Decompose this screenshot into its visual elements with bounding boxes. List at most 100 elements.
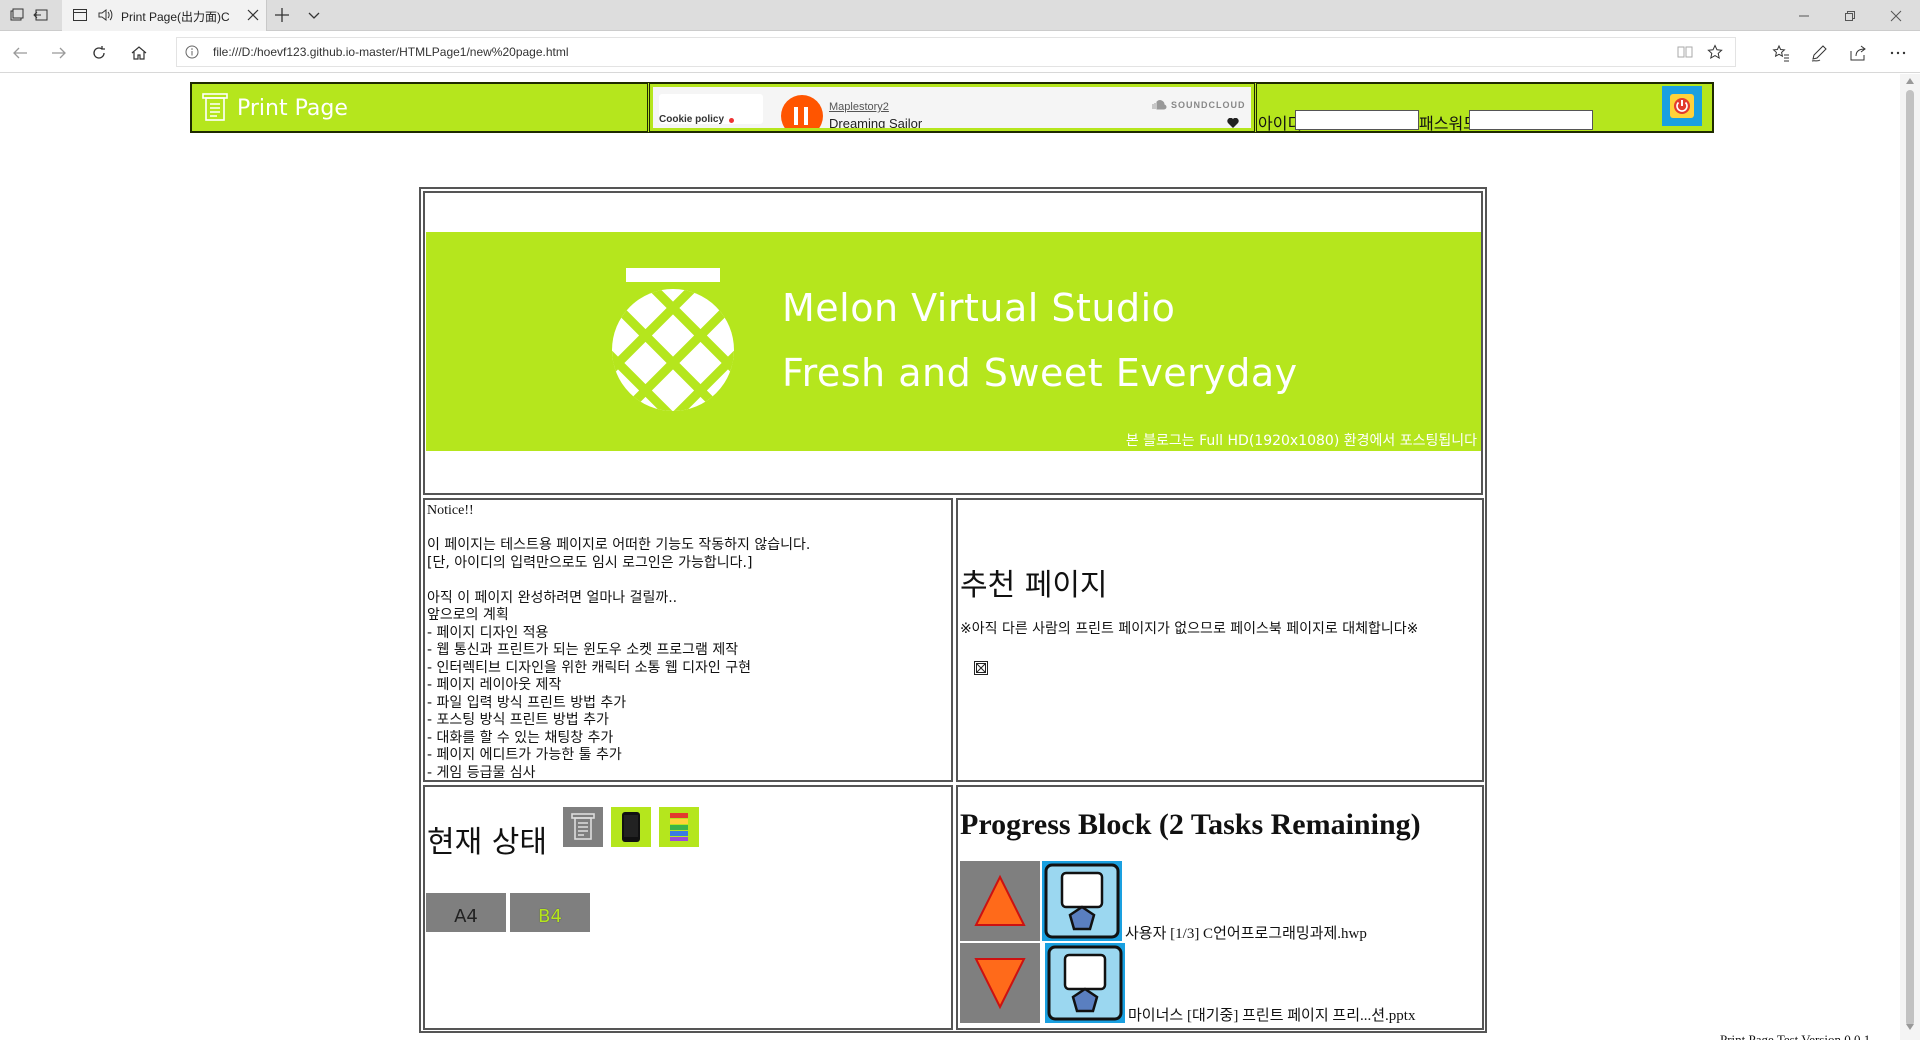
notice-heading: Notice!! [427, 503, 474, 518]
login-box: 아이디 패스워드 [1256, 83, 1713, 133]
cookie-dot [729, 118, 734, 123]
printer-icon [571, 813, 595, 840]
notice-text: Notice!! 이 페이지는 테스트용 페이지로 어떠한 기능도 작동하지 않… [427, 502, 811, 781]
site-header: Print Page Cookie policy Maplestory2 Dre… [190, 82, 1714, 133]
move-down-button[interactable] [960, 943, 1040, 1023]
page-icon [72, 7, 88, 23]
speaker-icon[interactable] [97, 7, 113, 23]
recommend-description: ※아직 다른 사람의 프린트 페이지가 없으므로 페이스북 페이지로 대체합니다… [960, 621, 1419, 637]
info-icon[interactable] [185, 45, 199, 59]
tab-bar: Print Page(出力面)C [0, 0, 1920, 31]
music-player-box: Cookie policy Maplestory2 Dreaming Sailo… [649, 83, 1255, 132]
track-title[interactable]: Dreaming Sailor [829, 116, 922, 128]
banner-slogan: Fresh and Sweet Everyday [782, 351, 1298, 395]
scroll-thumb[interactable] [1906, 90, 1914, 1026]
broken-image-icon[interactable] [973, 660, 989, 676]
notice-line: 아직 이 페이지 완성하려면 얼마나 걸릴까.. [427, 589, 678, 606]
task-document-button[interactable] [1045, 943, 1125, 1023]
brand-box: Print Page [191, 83, 648, 132]
star-icon[interactable] [1707, 44, 1723, 60]
banner-cell: Melon Virtual Studio Fresh and Sweet Eve… [423, 191, 1483, 495]
home-button[interactable] [128, 42, 150, 64]
paper-a4-button[interactable]: A4 [426, 893, 506, 932]
refresh-icon [93, 46, 105, 59]
password-input[interactable] [1469, 110, 1593, 130]
status-cell: 현재 상태 A4 B4 [423, 785, 953, 1030]
scroll-down-icon[interactable] [1906, 1024, 1914, 1030]
task-label: 마이너스 [대기중] 프린트 페이지 프리...션.pptx [1128, 1008, 1416, 1024]
scroll-up-icon[interactable] [1906, 78, 1914, 84]
notice-line: - 파일 입력 방식 프린트 방법 추가 [427, 694, 627, 711]
artist-link[interactable]: Maplestory2 [829, 101, 889, 113]
chevron-down-icon[interactable] [305, 6, 323, 24]
heart-icon[interactable] [1227, 118, 1239, 128]
main-table: Melon Virtual Studio Fresh and Sweet Eve… [419, 187, 1487, 1033]
triangle-up-icon [974, 874, 1026, 926]
share-button[interactable] [1847, 42, 1869, 64]
color-status-icon[interactable] [659, 807, 699, 847]
back-tabs-icon[interactable] [32, 6, 50, 24]
banner-note: 본 블로그는 Full HD(1920x1080) 환경에서 포스팅됩니다 [1125, 433, 1477, 449]
document-icon [1044, 863, 1120, 939]
tab-manager-icon[interactable] [8, 6, 26, 24]
notice-line: - 인터렉티브 디자인을 위한 캐릭터 소통 웹 디자인 구현 [427, 659, 752, 676]
window-close-button[interactable] [1873, 0, 1919, 31]
task-row[interactable]: 사용자 [1/3] C언어프로그래밍과제.hwp [960, 861, 1480, 942]
browser-tab[interactable]: Print Page(出力面)C [62, 0, 267, 31]
pause-button[interactable] [781, 95, 823, 128]
phone-icon [622, 812, 640, 842]
banner-title: Melon Virtual Studio [782, 286, 1176, 330]
printer-status-icon[interactable] [563, 807, 603, 847]
minimize-button[interactable] [1781, 0, 1827, 31]
forward-button[interactable] [48, 42, 70, 64]
version-text: Print Page Test Version 0.0.1 [1720, 1032, 1871, 1040]
notice-cell: Notice!! 이 페이지는 테스트용 페이지로 어떠한 기능도 작동하지 않… [423, 498, 953, 782]
more-button[interactable] [1887, 42, 1909, 64]
notice-line: [단, 아이디의 입력만으로도 임시 로그인은 가능합니다.] [427, 554, 753, 571]
close-icon [1890, 10, 1902, 21]
back-icon [13, 47, 27, 59]
page-viewport: Print Page Cookie policy Maplestory2 Dre… [0, 74, 1900, 1040]
document-icon [1047, 945, 1123, 1021]
cookie-policy-label: Cookie policy [659, 114, 725, 125]
vertical-scrollbar[interactable] [1900, 74, 1920, 1040]
notice-line: - 포스팅 방식 프린트 방법 추가 [427, 712, 609, 728]
plus-icon[interactable] [273, 6, 291, 24]
melon-logo-icon [608, 268, 738, 412]
login-button[interactable] [1662, 86, 1702, 126]
soundcloud-logo[interactable]: SOUNDCLOUD [1147, 100, 1246, 110]
refresh-button[interactable] [88, 42, 110, 64]
task-row[interactable]: 마이너스 [대기중] 프린트 페이지 프리...션.pptx [960, 943, 1480, 1024]
back-button[interactable] [9, 42, 31, 64]
url-field[interactable]: file:///D:/hoevf123.github.io-master/HTM… [176, 37, 1736, 67]
reading-view-icon[interactable] [1677, 44, 1693, 60]
banner: Melon Virtual Studio Fresh and Sweet Eve… [426, 232, 1481, 451]
id-input[interactable] [1295, 110, 1419, 130]
tab-title: Print Page(出力面)C [121, 10, 230, 24]
site-title[interactable]: Print Page [237, 96, 348, 121]
power-icon [1670, 94, 1694, 118]
recommend-cell: 추천 페이지 ※아직 다른 사람의 프린트 페이지가 없으므로 페이스북 페이지… [956, 498, 1484, 782]
soundcloud-label: SOUNDCLOUD [1171, 100, 1246, 110]
maximize-button[interactable] [1827, 0, 1873, 31]
cookie-policy-badge[interactable]: Cookie policy [659, 94, 763, 125]
more-icon [1890, 51, 1906, 55]
notice-line: - 게임 등급물 심사 [427, 764, 536, 781]
mobile-status-icon[interactable] [611, 807, 651, 847]
move-up-button[interactable] [960, 861, 1040, 941]
printer-icon[interactable] [202, 93, 228, 121]
close-icon[interactable] [246, 8, 260, 22]
task-document-button[interactable] [1042, 861, 1122, 941]
recommend-title: 추천 페이지 [960, 568, 1108, 603]
paper-b4-button[interactable]: B4 [510, 893, 590, 932]
pen-button[interactable] [1808, 42, 1830, 64]
forward-icon [52, 47, 66, 59]
soundcloud-player[interactable]: Cookie policy Maplestory2 Dreaming Sailo… [653, 87, 1251, 128]
share-icon [1850, 45, 1866, 61]
favorites-icon [1772, 44, 1789, 62]
notice-line: - 페이지 레이아웃 제작 [427, 677, 562, 693]
triangle-down-icon [974, 958, 1026, 1010]
favorites-button[interactable] [1770, 42, 1792, 64]
notice-line: 이 페이지는 테스트용 페이지로 어떠한 기능도 작동하지 않습니다. [427, 537, 811, 553]
pause-bar [804, 107, 808, 125]
